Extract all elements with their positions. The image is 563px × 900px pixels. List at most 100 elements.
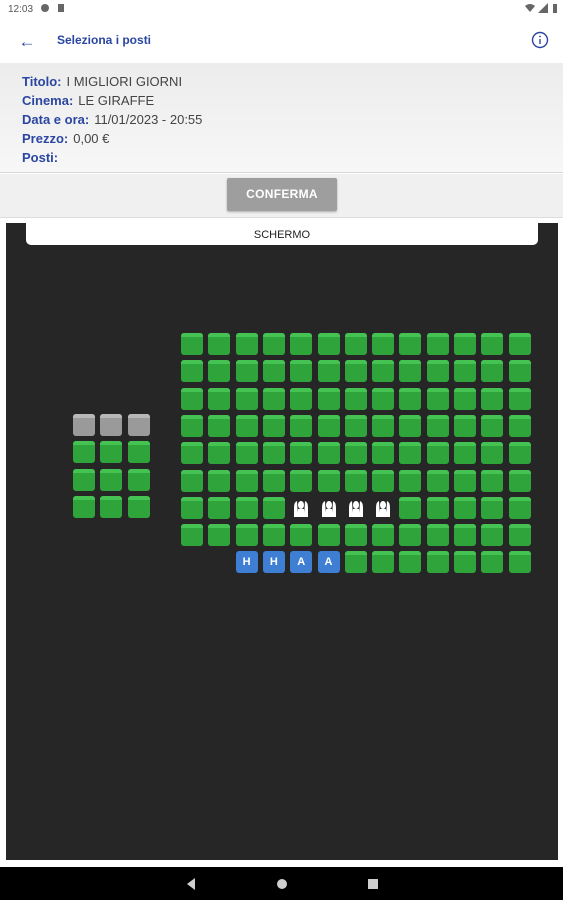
main-block-seat[interactable] — [181, 442, 203, 465]
main-block-seat[interactable] — [399, 333, 422, 355]
main-block-seat[interactable] — [262, 414, 285, 437]
main-block-seat[interactable] — [481, 360, 504, 383]
main-block-seat[interactable] — [508, 551, 531, 574]
main-block-seat[interactable] — [426, 387, 449, 410]
main-block-seat[interactable] — [426, 360, 449, 383]
main-block-seat[interactable] — [426, 442, 449, 465]
main-block-seat[interactable] — [235, 469, 258, 492]
main-block-seat[interactable] — [399, 387, 422, 410]
main-block-seat[interactable] — [481, 387, 504, 410]
main-block-seat[interactable] — [481, 442, 504, 465]
main-block-seat[interactable] — [426, 524, 449, 547]
main-block-seat[interactable] — [181, 524, 203, 547]
main-block-seat[interactable] — [235, 414, 258, 437]
left-block-seat[interactable] — [100, 468, 123, 491]
main-block-seat[interactable] — [481, 414, 504, 437]
main-block-seat[interactable]: H — [235, 551, 258, 574]
main-block-seat[interactable]: A — [317, 551, 340, 574]
main-block-seat[interactable] — [208, 360, 231, 383]
left-block-seat[interactable] — [127, 495, 150, 518]
main-block-seat[interactable] — [262, 524, 285, 547]
main-block-seat[interactable] — [208, 333, 231, 355]
main-block-seat[interactable] — [262, 360, 285, 383]
main-block-seat[interactable] — [454, 469, 476, 492]
main-block-seat[interactable] — [454, 360, 476, 383]
main-block-seat[interactable] — [344, 469, 367, 492]
main-block-seat[interactable] — [508, 387, 531, 410]
main-block-seat[interactable] — [481, 524, 504, 547]
main-block-seat[interactable] — [372, 524, 395, 547]
main-block-seat[interactable] — [372, 551, 395, 574]
main-block-seat[interactable] — [262, 333, 285, 355]
main-block-seat[interactable] — [344, 551, 367, 574]
main-block-seat[interactable] — [317, 524, 340, 547]
main-block-seat[interactable] — [372, 469, 395, 492]
main-block-seat[interactable] — [290, 524, 313, 547]
main-block-seat[interactable] — [426, 496, 449, 519]
left-block-seat[interactable] — [127, 441, 150, 464]
nav-back-icon[interactable] — [184, 877, 198, 891]
main-block-seat[interactable] — [344, 524, 367, 547]
main-block-seat[interactable] — [372, 333, 395, 355]
main-block-seat[interactable] — [454, 496, 476, 519]
main-block-seat[interactable] — [317, 387, 340, 410]
main-block-seat[interactable] — [181, 360, 203, 383]
main-block-seat[interactable] — [454, 414, 476, 437]
main-block-seat[interactable] — [262, 387, 285, 410]
main-block-seat[interactable] — [481, 551, 504, 574]
main-block-seat[interactable] — [235, 524, 258, 547]
main-block-seat[interactable] — [208, 414, 231, 437]
nav-recents-icon[interactable] — [366, 877, 380, 891]
main-block-seat[interactable] — [181, 333, 203, 355]
main-block-seat[interactable] — [508, 524, 531, 547]
main-block-seat[interactable] — [508, 442, 531, 465]
main-block-seat[interactable] — [372, 360, 395, 383]
main-block-seat[interactable] — [454, 333, 476, 355]
main-block-seat[interactable] — [290, 442, 313, 465]
left-block-seat[interactable] — [100, 441, 123, 464]
left-block-seat[interactable] — [127, 468, 150, 491]
main-block-seat[interactable] — [399, 524, 422, 547]
main-block-seat[interactable] — [290, 360, 313, 383]
confirm-button[interactable]: CONFERMA — [227, 178, 337, 211]
main-block-seat[interactable] — [235, 387, 258, 410]
main-block-seat[interactable] — [481, 496, 504, 519]
main-block-seat[interactable] — [399, 496, 422, 519]
main-block-seat[interactable] — [235, 442, 258, 465]
nav-home-icon[interactable] — [275, 877, 289, 891]
main-block-seat[interactable] — [317, 469, 340, 492]
main-block-seat[interactable] — [290, 333, 313, 355]
main-block-seat[interactable] — [208, 469, 231, 492]
main-block-seat[interactable] — [372, 442, 395, 465]
main-block-seat[interactable] — [208, 387, 231, 410]
main-block-seat[interactable] — [508, 333, 531, 355]
main-block-seat[interactable] — [262, 469, 285, 492]
main-block-seat[interactable] — [262, 496, 285, 519]
main-block-seat[interactable] — [235, 496, 258, 519]
main-block-seat[interactable] — [235, 360, 258, 383]
left-block-seat[interactable] — [73, 441, 95, 464]
left-block-seat[interactable] — [73, 468, 95, 491]
main-block-seat[interactable] — [344, 414, 367, 437]
info-icon[interactable] — [531, 31, 549, 49]
main-block-seat[interactable] — [508, 414, 531, 437]
main-block-seat[interactable] — [454, 387, 476, 410]
main-block-seat[interactable] — [235, 333, 258, 355]
main-block-seat[interactable] — [454, 524, 476, 547]
back-arrow-icon[interactable]: ← — [16, 31, 38, 53]
main-block-seat[interactable] — [181, 496, 203, 519]
main-block-seat[interactable] — [508, 360, 531, 383]
main-block-seat[interactable] — [317, 442, 340, 465]
main-block-seat[interactable] — [181, 414, 203, 437]
main-block-seat[interactable] — [344, 360, 367, 383]
main-block-seat[interactable] — [208, 496, 231, 519]
main-block-seat[interactable] — [290, 387, 313, 410]
main-block-seat[interactable] — [344, 387, 367, 410]
main-block-seat[interactable] — [426, 469, 449, 492]
main-block-seat[interactable] — [317, 360, 340, 383]
main-block-seat[interactable] — [399, 360, 422, 383]
main-block-seat[interactable] — [454, 442, 476, 465]
main-block-seat[interactable] — [262, 442, 285, 465]
main-block-seat[interactable] — [290, 469, 313, 492]
main-block-seat[interactable] — [317, 414, 340, 437]
